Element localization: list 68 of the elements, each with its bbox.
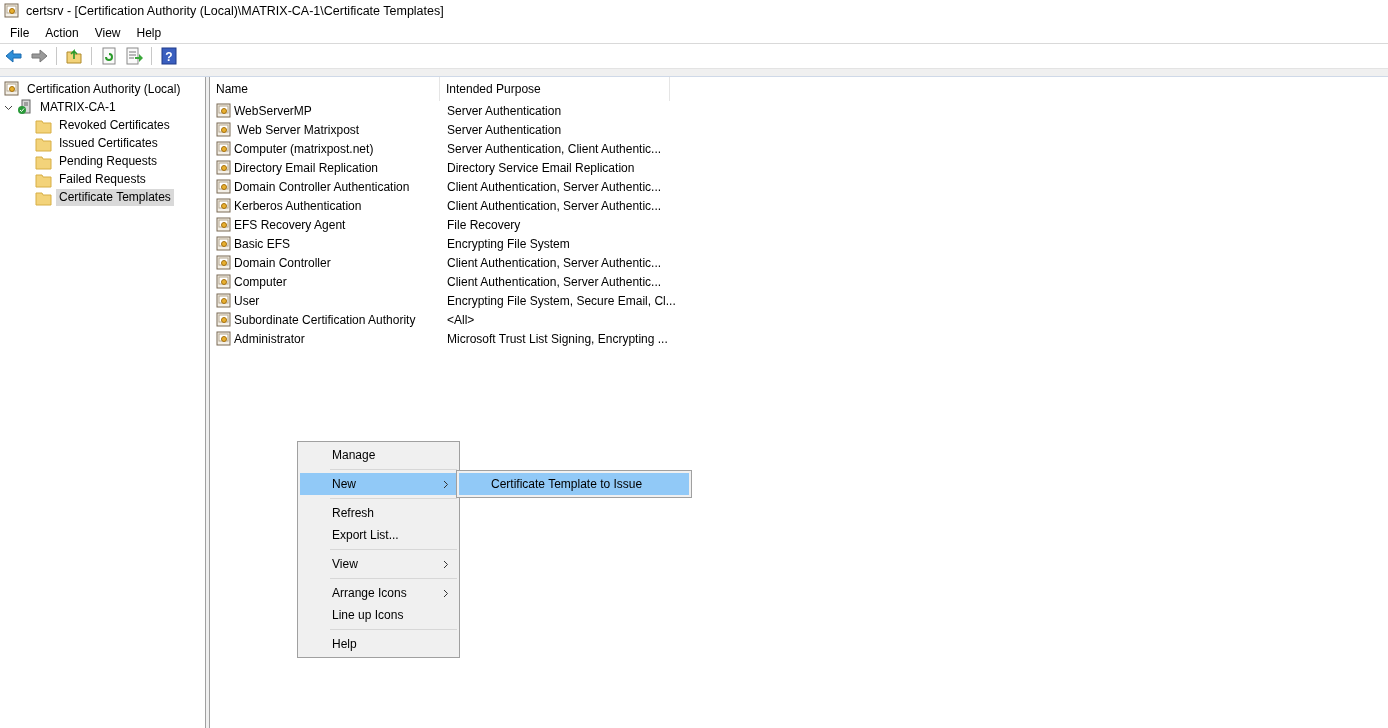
- tree-item[interactable]: Certification Authority (Local): [24, 80, 184, 98]
- table-cell-text: Server Authentication, Client Authentic...: [446, 140, 663, 158]
- template-name[interactable]: Web Server Matrixpost: [234, 120, 360, 139]
- certificate-icon: [216, 103, 231, 118]
- menu-item[interactable]: New: [300, 473, 457, 495]
- template-name[interactable]: User: [234, 291, 260, 310]
- menu-item[interactable]: Export List...: [300, 524, 457, 546]
- column-header[interactable]: Name: [210, 77, 440, 101]
- template-name[interactable]: Administrator: [234, 329, 305, 348]
- chevron-right-icon: [443, 559, 449, 569]
- template-name[interactable]: Directory Email Replication: [234, 158, 379, 177]
- menu-item[interactable]: Certificate Template to Issue: [459, 473, 689, 495]
- certificate-icon: [216, 198, 231, 213]
- certificate-icon: [216, 122, 231, 137]
- certificate-icon: [4, 81, 20, 97]
- certificate-icon: [216, 293, 231, 308]
- table-cell-text: Client Authentication, Server Authentic...: [446, 273, 663, 291]
- certificate-icon: [216, 274, 231, 289]
- menu-item[interactable]: Line up Icons: [300, 604, 457, 626]
- certificate-icon: [216, 179, 231, 194]
- table-cell-text: Encrypting File System: [446, 235, 571, 253]
- table-cell-text: <All>: [446, 311, 476, 329]
- certificate-icon: [216, 312, 231, 327]
- template-name[interactable]: EFS Recovery Agent: [234, 215, 346, 234]
- tree-item[interactable]: Issued Certificates: [56, 134, 161, 152]
- template-name[interactable]: Computer: [234, 272, 287, 291]
- template-name[interactable]: Subordinate Certification Authority: [234, 310, 416, 329]
- table-cell-text: Client Authentication, Server Authentic...: [446, 254, 663, 272]
- certificate-icon: [216, 255, 231, 270]
- menu-item[interactable]: Action: [37, 23, 87, 42]
- menu-item[interactable]: View: [300, 553, 457, 575]
- certificate-icon: [216, 331, 231, 346]
- template-name[interactable]: WebServerMP: [234, 101, 312, 120]
- template-name[interactable]: Basic EFS: [234, 234, 290, 253]
- tree-item[interactable]: Pending Requests: [56, 152, 161, 170]
- window-title: certsrv - [Certification Authority (Local)\MATRIX-CA-1\Certificate Templates]: [26, 2, 444, 20]
- menu-item[interactable]: Help: [300, 633, 457, 655]
- column-header[interactable]: Intended Purpose: [440, 77, 670, 101]
- table-cell-text: Microsoft Trust List Signing, Encrypting ...: [446, 330, 669, 348]
- table-cell-text: Server Authentication: [446, 102, 563, 120]
- certificate-icon: [216, 141, 231, 156]
- table-cell-text: File Recovery: [446, 216, 522, 234]
- menu-item[interactable]: Refresh: [300, 502, 457, 524]
- table-cell-text: Directory Service Email Replication: [446, 159, 636, 177]
- table-cell-text: Client Authentication, Server Authentic...: [446, 178, 663, 196]
- template-name[interactable]: Domain Controller: [234, 253, 331, 272]
- certificate-icon: [216, 236, 231, 251]
- menu-item[interactable]: Help: [128, 23, 170, 42]
- menu-item[interactable]: View: [86, 23, 129, 42]
- certificate-icon: [216, 217, 231, 232]
- certificate-icon: [4, 3, 20, 19]
- tree-item[interactable]: Certificate Templates: [56, 188, 174, 206]
- certificate-icon: [216, 160, 231, 175]
- menu-item[interactable]: Manage: [300, 444, 457, 466]
- tree-item[interactable]: Failed Requests: [56, 170, 149, 188]
- menu-item[interactable]: Arrange Icons: [300, 582, 457, 604]
- table-cell-text: Client Authentication, Server Authentic...: [446, 197, 663, 215]
- chevron-right-icon: [443, 588, 449, 598]
- template-name[interactable]: Domain Controller Authentication: [234, 177, 410, 196]
- server-icon: [17, 99, 33, 115]
- table-cell-text: Server Authentication: [446, 121, 563, 139]
- tree-item[interactable]: MATRIX-CA-1: [37, 98, 119, 116]
- tree-item[interactable]: Revoked Certificates: [56, 116, 173, 134]
- chevron-right-icon: [443, 479, 449, 489]
- template-name[interactable]: Kerberos Authentication: [234, 196, 362, 215]
- help-button[interactable]: ?: [158, 46, 180, 66]
- menu-item[interactable]: File: [2, 23, 38, 42]
- template-name[interactable]: Computer (matrixpost.net): [234, 139, 374, 158]
